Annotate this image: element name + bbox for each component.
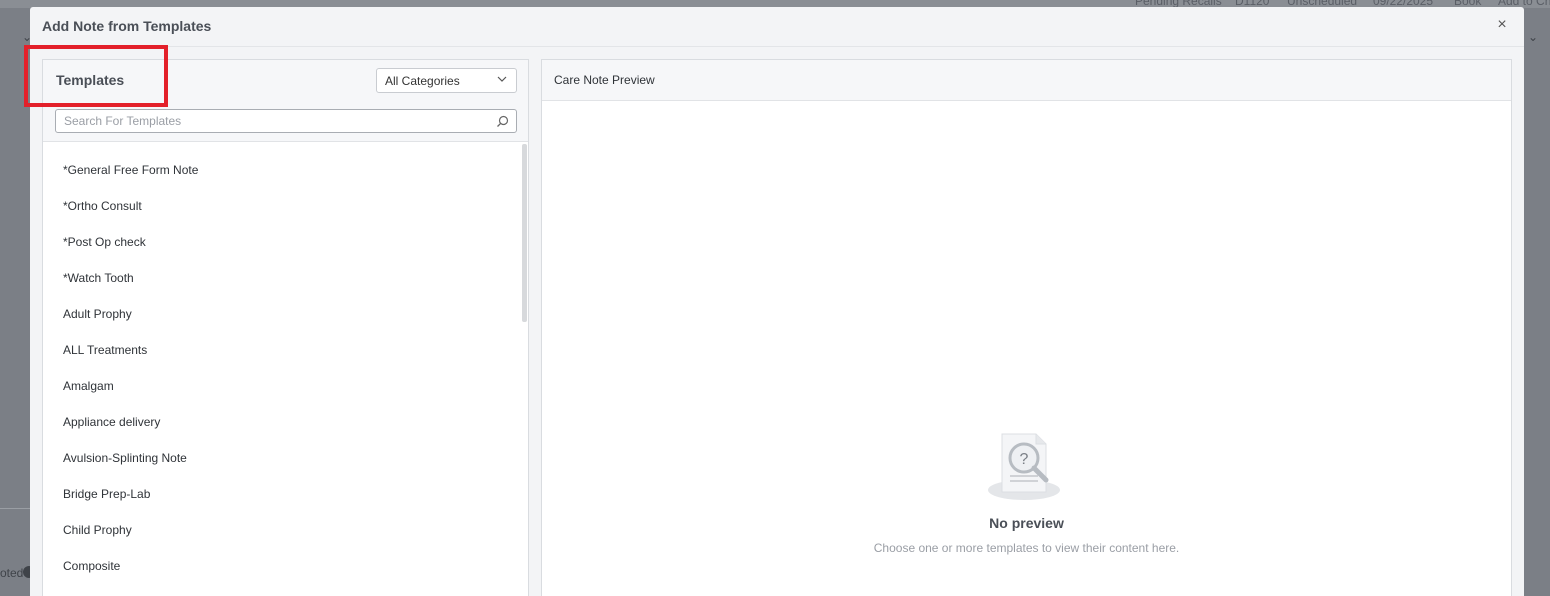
template-list-item[interactable]: ALL Treatments bbox=[43, 332, 519, 368]
template-list-item[interactable]: *Watch Tooth bbox=[43, 260, 519, 296]
background-left-label: oted bbox=[0, 566, 24, 580]
template-search-input[interactable] bbox=[56, 110, 476, 132]
svg-text:?: ? bbox=[1020, 451, 1029, 468]
add-note-modal: Add Note from Templates × Templates All … bbox=[30, 7, 1524, 596]
modal-header-divider bbox=[30, 46, 1524, 47]
template-list-item[interactable]: Child Prophy bbox=[43, 512, 519, 548]
no-preview-title: No preview bbox=[989, 515, 1064, 531]
no-preview-document-icon: ? bbox=[988, 433, 1060, 500]
background-divider bbox=[0, 508, 30, 509]
template-list-item[interactable]: Adult Prophy bbox=[43, 296, 519, 332]
category-select-value: All Categories bbox=[385, 74, 460, 88]
chevron-down-icon bbox=[497, 76, 507, 82]
templates-panel-header: Templates All Categories bbox=[43, 60, 528, 142]
templates-title: Templates bbox=[56, 72, 125, 88]
template-list-scrollbar[interactable] bbox=[522, 144, 527, 322]
no-preview-description: Choose one or more templates to view the… bbox=[873, 541, 1180, 555]
preview-title: Care Note Preview bbox=[542, 60, 1511, 101]
template-list-item[interactable]: Bridge Prep-Lab bbox=[43, 476, 519, 512]
template-list-item[interactable]: *Ortho Consult bbox=[43, 188, 519, 224]
search-icon[interactable] bbox=[496, 115, 509, 128]
template-list-item[interactable]: Composite bbox=[43, 548, 519, 584]
care-note-preview-panel: Care Note Preview ? No preview Choose on… bbox=[541, 59, 1512, 596]
template-list-item[interactable]: Appliance delivery bbox=[43, 404, 519, 440]
template-list-item[interactable]: Avulsion-Splinting Note bbox=[43, 440, 519, 476]
template-list-item[interactable]: *Post Op check bbox=[43, 224, 519, 260]
category-select[interactable]: All Categories bbox=[376, 68, 517, 93]
template-list-item[interactable]: Amalgam bbox=[43, 368, 519, 404]
templates-panel: Templates All Categories *General Free F… bbox=[42, 59, 529, 596]
template-list: *General Free Form Note *Ortho Consult *… bbox=[43, 152, 519, 584]
close-icon[interactable]: × bbox=[1494, 17, 1510, 33]
modal-title: Add Note from Templates bbox=[42, 18, 212, 34]
background-chevron-icon: ⌄ bbox=[1528, 30, 1539, 44]
template-list-item[interactable]: *General Free Form Note bbox=[43, 152, 519, 188]
template-search-box bbox=[55, 109, 517, 133]
